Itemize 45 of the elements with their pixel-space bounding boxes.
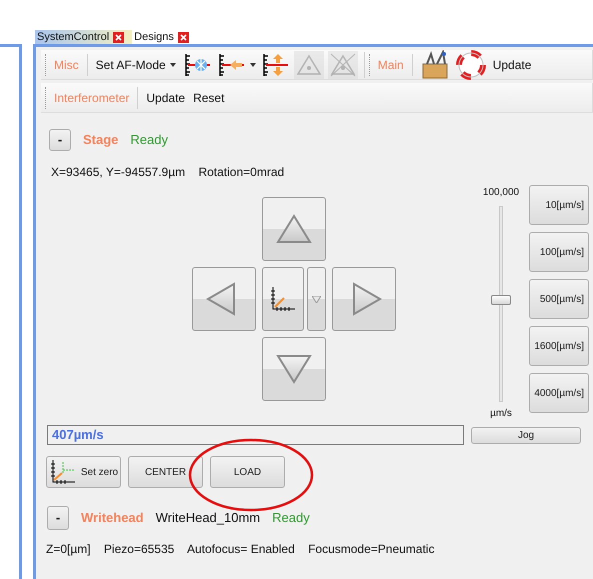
writehead-info: Z=0[µm] Piezo=65535 Autofocus= Enabled Focusmode=Pneumatic xyxy=(46,541,436,558)
action-button[interactable]: CENTER xyxy=(128,456,203,488)
close-icon[interactable] xyxy=(178,32,189,42)
jog-right-button[interactable] xyxy=(332,267,396,331)
speed-button[interactable]: 4000[µm/s] xyxy=(529,373,589,413)
status-text: Ready xyxy=(130,131,168,150)
slider-unit-label: µm/s xyxy=(490,407,512,421)
toolbar-button[interactable]: Update xyxy=(488,56,536,74)
caret-icon xyxy=(170,62,176,66)
collapse-button[interactable]: - xyxy=(49,129,71,151)
status-text: Ready xyxy=(272,509,310,528)
jog-up-button[interactable] xyxy=(262,197,326,261)
dropdown-button[interactable]: Set AF-Mode xyxy=(92,56,180,74)
jog-down-button[interactable] xyxy=(262,337,326,401)
speed-button[interactable]: 100[µm/s] xyxy=(529,232,589,272)
group-title: Misc xyxy=(53,56,80,74)
position-text: X=93465, Y=-94557.9µm Rotation=0mrad xyxy=(51,164,286,181)
speed-field[interactable]: 407µm/s xyxy=(47,425,464,445)
action-button[interactable]: LOAD xyxy=(210,456,285,488)
axis-button[interactable] xyxy=(262,267,304,331)
collapse-button[interactable]: - xyxy=(47,506,69,530)
writehead-name: WriteHead_10mm xyxy=(156,509,260,528)
speed-button[interactable]: 500[µm/s] xyxy=(529,279,589,319)
action-button[interactable]: Set zero xyxy=(46,456,121,488)
axes-icon xyxy=(48,458,77,486)
caret-icon xyxy=(312,296,320,302)
group-title: Main xyxy=(376,56,405,74)
tab[interactable]: SystemControl xyxy=(35,30,132,44)
caret-icon[interactable] xyxy=(250,62,256,66)
slider-thumb[interactable] xyxy=(491,295,511,306)
close-icon[interactable] xyxy=(113,32,124,42)
axes-icon xyxy=(268,285,296,313)
lifebuoy-icon[interactable] xyxy=(454,50,487,80)
speed-button[interactable]: 1600[µm/s] xyxy=(529,326,589,366)
group-title: Interferometer xyxy=(53,90,130,106)
speed-button[interactable]: 10[µm/s] xyxy=(529,185,589,225)
toolbar-button[interactable]: Reset xyxy=(189,88,228,106)
section-title: Writehead xyxy=(81,509,144,528)
jog-button[interactable]: Jog xyxy=(471,426,581,444)
section-title: Stage xyxy=(83,131,118,150)
jog-left-button[interactable] xyxy=(192,267,256,331)
up-arrow-icon xyxy=(274,212,314,246)
down-arrow-icon xyxy=(274,352,314,386)
slider-max-label: 100,000 xyxy=(482,186,520,200)
toolbar-button[interactable]: Update xyxy=(142,88,190,106)
